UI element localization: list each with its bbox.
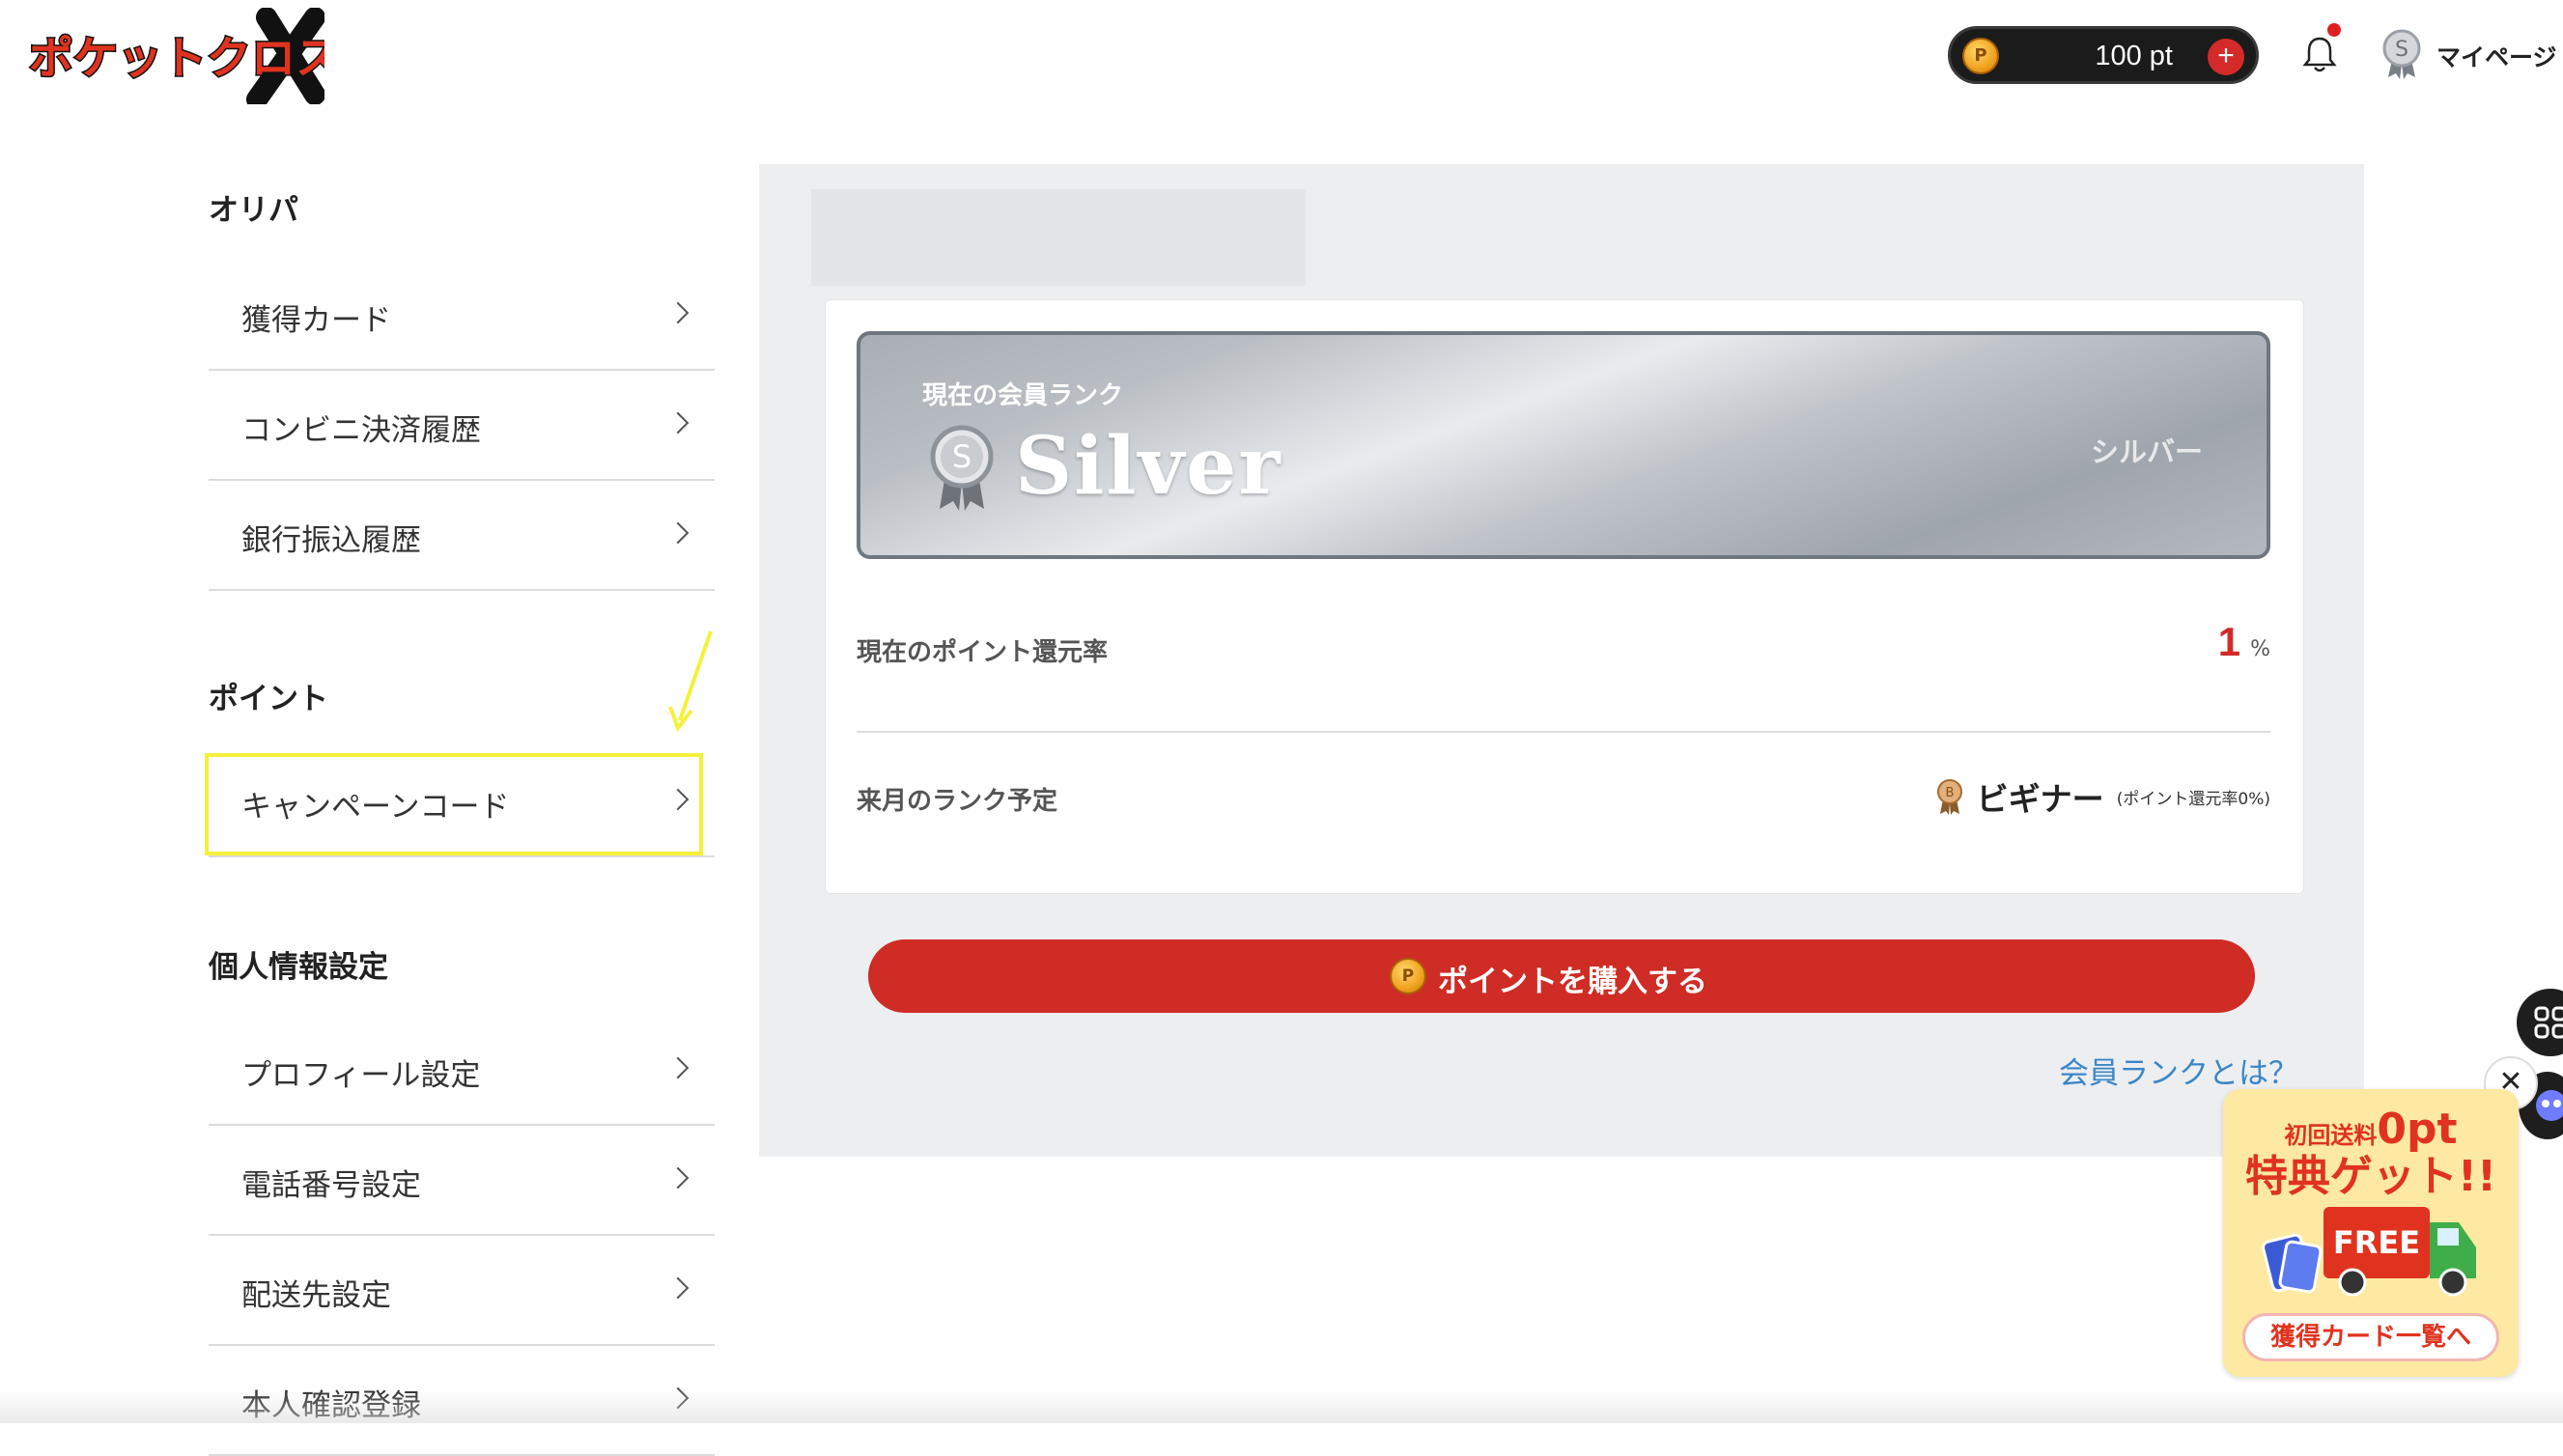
sidebar-item-bank-history[interactable]: 銀行振込履歴 <box>209 481 715 591</box>
bell-icon[interactable] <box>2302 35 2337 73</box>
point-rate-value: 1% <box>2218 619 2270 665</box>
rank-banner: 現在の会員ランク S Silver シルバー <box>857 331 2270 559</box>
mypage-badge-letter: S <box>2395 38 2408 62</box>
point-rate-label: 現在のポイント還元率 <box>857 638 1109 667</box>
sidebar-item-label: 獲得カード <box>241 303 391 338</box>
chevron-right-icon <box>666 411 690 434</box>
coin-icon: P <box>1390 958 1426 994</box>
sidebar-item-label: 銀行振込履歴 <box>241 523 421 558</box>
point-rate-number: 1 <box>2217 619 2241 664</box>
sidebar-item-label: プロフィール設定 <box>241 1058 481 1093</box>
logo-graphic: ポケットクロス <box>28 7 342 110</box>
rank-info-link[interactable]: 会員ランクとは？ <box>2059 1049 2298 1092</box>
silver-medal-icon: S <box>2382 29 2421 79</box>
chevron-right-icon <box>666 1166 690 1190</box>
sidebar-item-label: 配送先設定 <box>241 1278 391 1313</box>
notification-dot <box>2327 23 2341 37</box>
points-value: 100 pt <box>2095 41 2173 71</box>
chevron-right-icon <box>666 1276 690 1300</box>
bronze-medal-icon: B <box>1936 779 1962 815</box>
points-balance[interactable]: P 100 pt + <box>1948 26 2259 84</box>
annotation-highlight <box>205 753 703 855</box>
next-rank-note: (ポイント還元率0%) <box>2116 789 2270 809</box>
buy-points-button[interactable]: P ポイントを購入する <box>868 939 2255 1013</box>
section-title-points: ポイント <box>209 682 328 716</box>
next-rank-name: ビギナー <box>1976 780 2104 818</box>
sidebar-item-phone[interactable]: 電話番号設定 <box>209 1126 715 1236</box>
rank-caption: 現在の会員ランク <box>922 381 1124 410</box>
promo-cards-button[interactable]: 獲得カード一覧へ <box>2242 1313 2499 1361</box>
chevron-right-icon <box>666 1056 690 1079</box>
point-rate-unit: % <box>2250 637 2270 661</box>
point-rate-row: 現在のポイント還元率 1% <box>857 580 2270 733</box>
sidebar-item-convenience-history[interactable]: コンビニ決済履歴 <box>209 371 715 481</box>
next-rank-row: 来月のランク予定 B ビギナー (ポイント還元率0%) <box>857 733 2270 883</box>
membership-card: 現在の会員ランク S Silver シルバー 現在のポイント還元率 1% 来月の… <box>825 299 2304 894</box>
section-title-personal-settings: 個人情報設定 <box>209 950 388 985</box>
annotation-arrow-icon <box>668 630 713 733</box>
sidebar-item-label: コンビニ決済履歴 <box>241 413 481 448</box>
buy-points-label: ポイントを購入する <box>1438 965 1707 999</box>
promo-free-text: FREE <box>2333 1224 2420 1261</box>
next-medal-letter: B <box>1945 786 1954 800</box>
next-rank-value: B ビギナー (ポイント還元率0%) <box>1935 773 2270 818</box>
promo-banner[interactable]: 初回送料0pt 特典ゲット!! FREE 獲得カード一覧へ <box>2223 1089 2519 1377</box>
silver-medal-icon: S <box>930 425 994 511</box>
site-logo[interactable]: ポケットクロス <box>25 7 342 110</box>
main-panel: 現在の会員ランク S Silver シルバー 現在のポイント還元率 1% 来月の… <box>759 164 2364 1157</box>
sidebar-item-shipping[interactable]: 配送先設定 <box>209 1236 715 1346</box>
mypage-label: マイページ <box>2436 43 2557 71</box>
apps-grid-button[interactable] <box>2517 989 2563 1056</box>
section-title-oripa: オリパ <box>209 193 298 228</box>
sidebar-item-profile[interactable]: プロフィール設定 <box>209 1016 715 1126</box>
chevron-right-icon <box>666 521 690 545</box>
add-points-button[interactable]: + <box>2208 39 2244 75</box>
sidebar-item-acquired-cards[interactable]: 獲得カード <box>209 261 715 371</box>
chevron-right-icon <box>666 301 690 324</box>
sidebar-item-label: 電話番号設定 <box>241 1168 421 1203</box>
coin-icon: P <box>1962 38 1999 74</box>
loading-placeholder <box>811 189 1306 286</box>
logo-text: ポケットクロス <box>29 32 324 84</box>
rank-medal-letter: S <box>952 438 972 475</box>
next-rank-label: 来月のランク予定 <box>857 787 1058 816</box>
grid-icon <box>2534 1006 2563 1039</box>
bottom-shadow <box>0 1390 2563 1423</box>
rank-kana: シルバー <box>2090 435 2203 468</box>
rank-name: Silver <box>1015 420 1282 513</box>
delivery-truck-icon: FREE <box>2262 1207 2476 1297</box>
